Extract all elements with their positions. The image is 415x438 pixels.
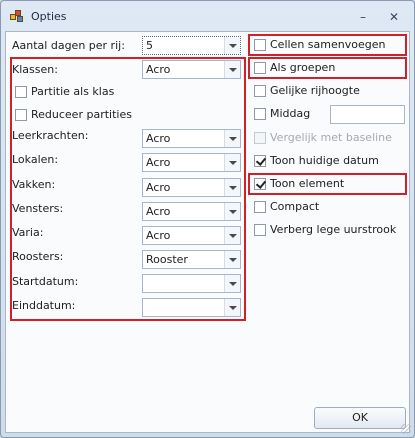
ok-button[interactable]: OK [314, 407, 406, 429]
leerkrachten-label: Leerkrachten: [12, 129, 89, 142]
varia-value: Acro [146, 229, 171, 242]
roosters-label: Roosters: [12, 250, 64, 263]
checkbox-box[interactable] [254, 62, 266, 74]
lokalen-combo[interactable]: Acro [142, 153, 241, 172]
window-title: Opties [31, 10, 67, 23]
toon-huidige-datum-label: Toon huidige datum [270, 154, 379, 167]
rows-per-day-combo[interactable]: 5 [142, 36, 241, 55]
vensters-label: Vensters: [12, 202, 64, 215]
options-dialog: Opties – ✕ Aantal dagen per rij: 5 Klass… [0, 0, 415, 438]
middag-input[interactable] [330, 105, 405, 124]
vakken-label: Vakken: [12, 178, 56, 191]
chevron-down-icon[interactable] [224, 154, 240, 171]
lokalen-label: Lokalen: [12, 153, 59, 166]
klassen-value: Acro [146, 63, 171, 76]
als-groepen-label: Als groepen [270, 61, 336, 74]
minimize-icon[interactable]: – [355, 10, 371, 24]
chevron-down-icon[interactable] [224, 227, 240, 244]
klassen-combo[interactable]: Acro [142, 60, 241, 79]
vensters-value: Acro [146, 205, 171, 218]
chevron-down-icon[interactable] [224, 275, 240, 292]
checkbox-box[interactable] [15, 86, 27, 98]
checkbox-box[interactable] [254, 224, 266, 236]
middag-label: Middag [270, 107, 311, 120]
checkbox-box[interactable] [254, 85, 266, 97]
toon-element-label: Toon element [270, 177, 345, 190]
vakken-value: Acro [146, 181, 171, 194]
startdatum-label: Startdatum: [12, 275, 79, 288]
roosters-value: Rooster [146, 253, 188, 266]
chevron-down-icon[interactable] [224, 251, 240, 268]
partitie-als-klas-label: Partitie als klas [31, 85, 115, 98]
checkbox-box[interactable] [254, 108, 266, 120]
chevron-down-icon[interactable] [224, 61, 240, 78]
resize-grip-icon[interactable] [401, 424, 411, 434]
lokalen-value: Acro [146, 156, 171, 169]
chevron-down-icon[interactable] [224, 179, 240, 196]
app-icon [10, 10, 24, 23]
einddatum-combo[interactable] [142, 298, 241, 317]
varia-label: Varia: [12, 226, 44, 239]
rows-per-day-value: 5 [146, 39, 153, 52]
leerkrachten-combo[interactable]: Acro [142, 129, 241, 148]
close-icon[interactable]: ✕ [386, 10, 402, 24]
chevron-down-icon[interactable] [224, 37, 240, 54]
checkbox-box [254, 132, 266, 144]
vakken-combo[interactable]: Acro [142, 178, 241, 197]
startdatum-combo[interactable] [142, 274, 241, 293]
checkbox-box[interactable] [254, 201, 266, 213]
vensters-combo[interactable]: Acro [142, 202, 241, 221]
cellen-samenvoegen-label: Cellen samenvoegen [270, 38, 386, 51]
gelijke-rijhoogte-label: Gelijke rijhoogte [270, 84, 360, 97]
einddatum-label: Einddatum: [12, 299, 76, 312]
checkbox-box[interactable] [254, 155, 266, 167]
klassen-label: Klassen: [12, 63, 58, 76]
chevron-down-icon[interactable] [224, 130, 240, 147]
vergelijk-met-baseline-label: Vergelijk met baseline [270, 131, 392, 144]
verberg-lege-uurstrook-label: Verberg lege uurstrook [270, 223, 397, 236]
varia-combo[interactable]: Acro [142, 226, 241, 245]
checkbox-box[interactable] [254, 39, 266, 51]
chevron-down-icon[interactable] [224, 299, 240, 316]
compact-label: Compact [270, 200, 320, 213]
reduceer-partities-label: Reduceer partities [31, 108, 132, 121]
checkbox-box[interactable] [15, 109, 27, 121]
checkbox-box[interactable] [254, 178, 266, 190]
roosters-combo[interactable]: Rooster [142, 250, 241, 269]
rows-per-day-label: Aantal dagen per rij: [12, 39, 125, 52]
chevron-down-icon[interactable] [224, 203, 240, 220]
leerkrachten-value: Acro [146, 132, 171, 145]
title-bar[interactable]: Opties – ✕ [1, 1, 414, 31]
